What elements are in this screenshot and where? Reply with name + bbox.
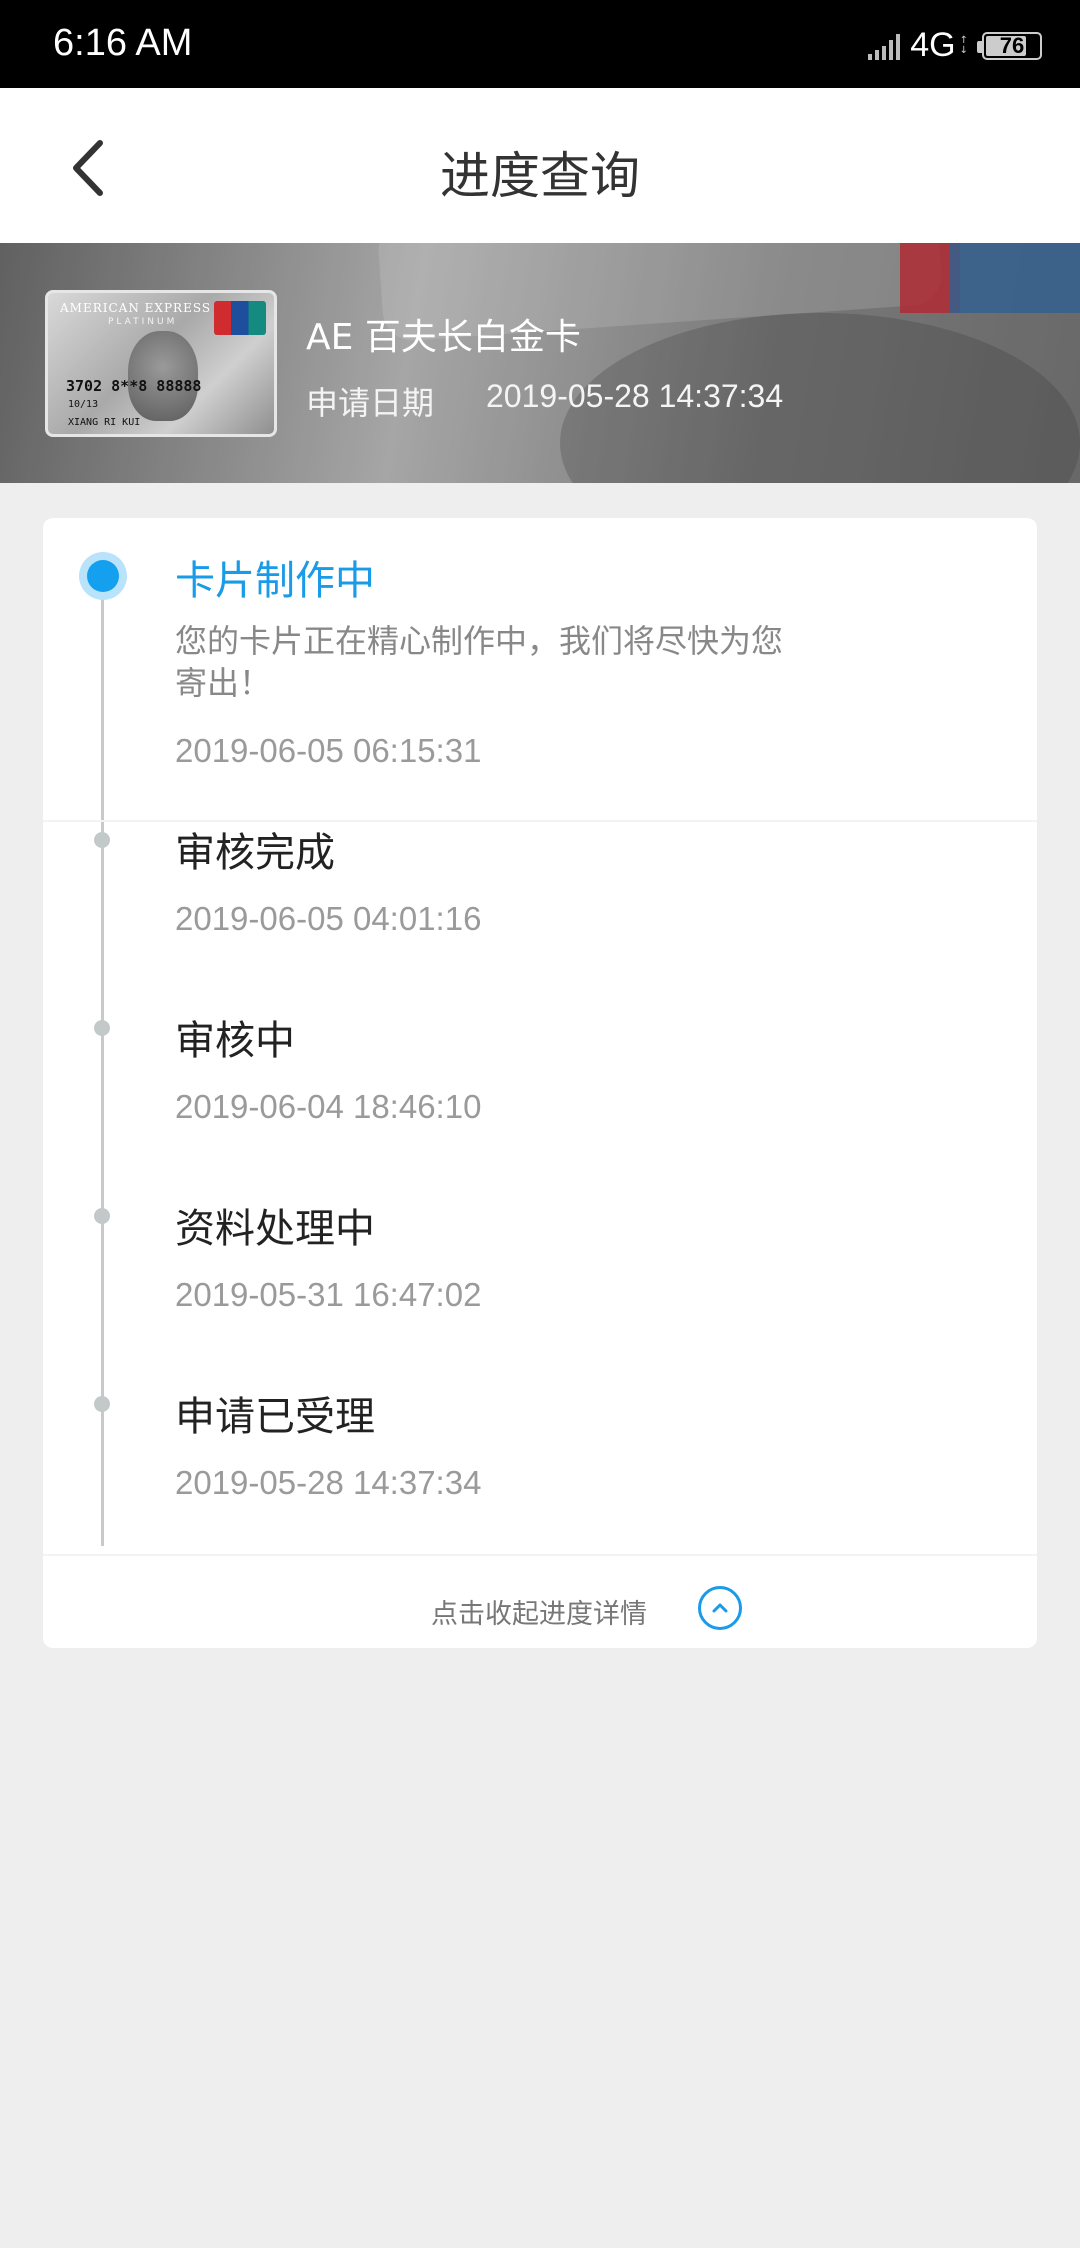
timeline-dot [94, 832, 110, 848]
centurion-portrait [128, 331, 198, 421]
chevron-up-circle-icon [698, 1586, 742, 1630]
timeline-dot [94, 1208, 110, 1224]
nav-header: 进度查询 [0, 88, 1080, 243]
step-time: 2019-06-05 04:01:16 [175, 900, 482, 937]
battery-level: 76 [999, 32, 1025, 58]
page-title: 进度查询 [440, 147, 640, 205]
step-time: 2019-06-05 06:15:31 [175, 732, 482, 769]
progress-timeline: 卡片制作中 您的卡片正在精心制作中，我们将尽快为您寄出！ 2019-06-05 … [43, 518, 1037, 1648]
card-name: AE 百夫长白金卡 [306, 317, 581, 358]
data-activity-icon: ↑ ↓ [959, 34, 968, 56]
step-time: 2019-05-31 16:47:02 [175, 1276, 482, 1313]
step-title: 资料处理中 [175, 1206, 375, 1252]
step-title: 审核中 [175, 1018, 295, 1064]
apply-date-label: 申请日期 [306, 384, 435, 422]
signal-icon [868, 32, 901, 60]
timeline-dot [94, 1396, 110, 1412]
step-title-current: 卡片制作中 [175, 558, 375, 604]
collapse-label: 点击收起进度详情 [431, 1599, 647, 1630]
status-icons: 4G ↑ ↓ 76 [868, 26, 1042, 65]
step-time: 2019-05-28 14:37:34 [175, 1464, 482, 1501]
step-title: 申请已受理 [175, 1394, 375, 1440]
timeline-dot [94, 1020, 110, 1036]
collapse-progress-button[interactable]: 点击收起进度详情 [43, 1556, 1037, 1648]
network-type: 4G [910, 26, 956, 64]
status-bar: 6:16 AM 4G ↑ ↓ 76 [0, 0, 1080, 88]
card-image: AMERICAN EXPRESS PLATINUM 3702 8**8 8888… [45, 290, 277, 437]
battery-icon: 76 [977, 31, 1042, 60]
unionpay-logo [214, 301, 266, 335]
step-description: 您的卡片正在精心制作中，我们将尽快为您寄出！ [175, 622, 784, 702]
step-title: 审核完成 [175, 830, 335, 876]
step-time: 2019-06-04 18:46:10 [175, 1088, 482, 1125]
card-banner: AMERICAN EXPRESS PLATINUM 3702 8**8 8888… [0, 243, 1080, 483]
timeline-dot-active [79, 552, 127, 600]
status-time: 6:16 AM [53, 22, 193, 64]
apply-date-value: 2019-05-28 14:37:34 [486, 378, 784, 414]
